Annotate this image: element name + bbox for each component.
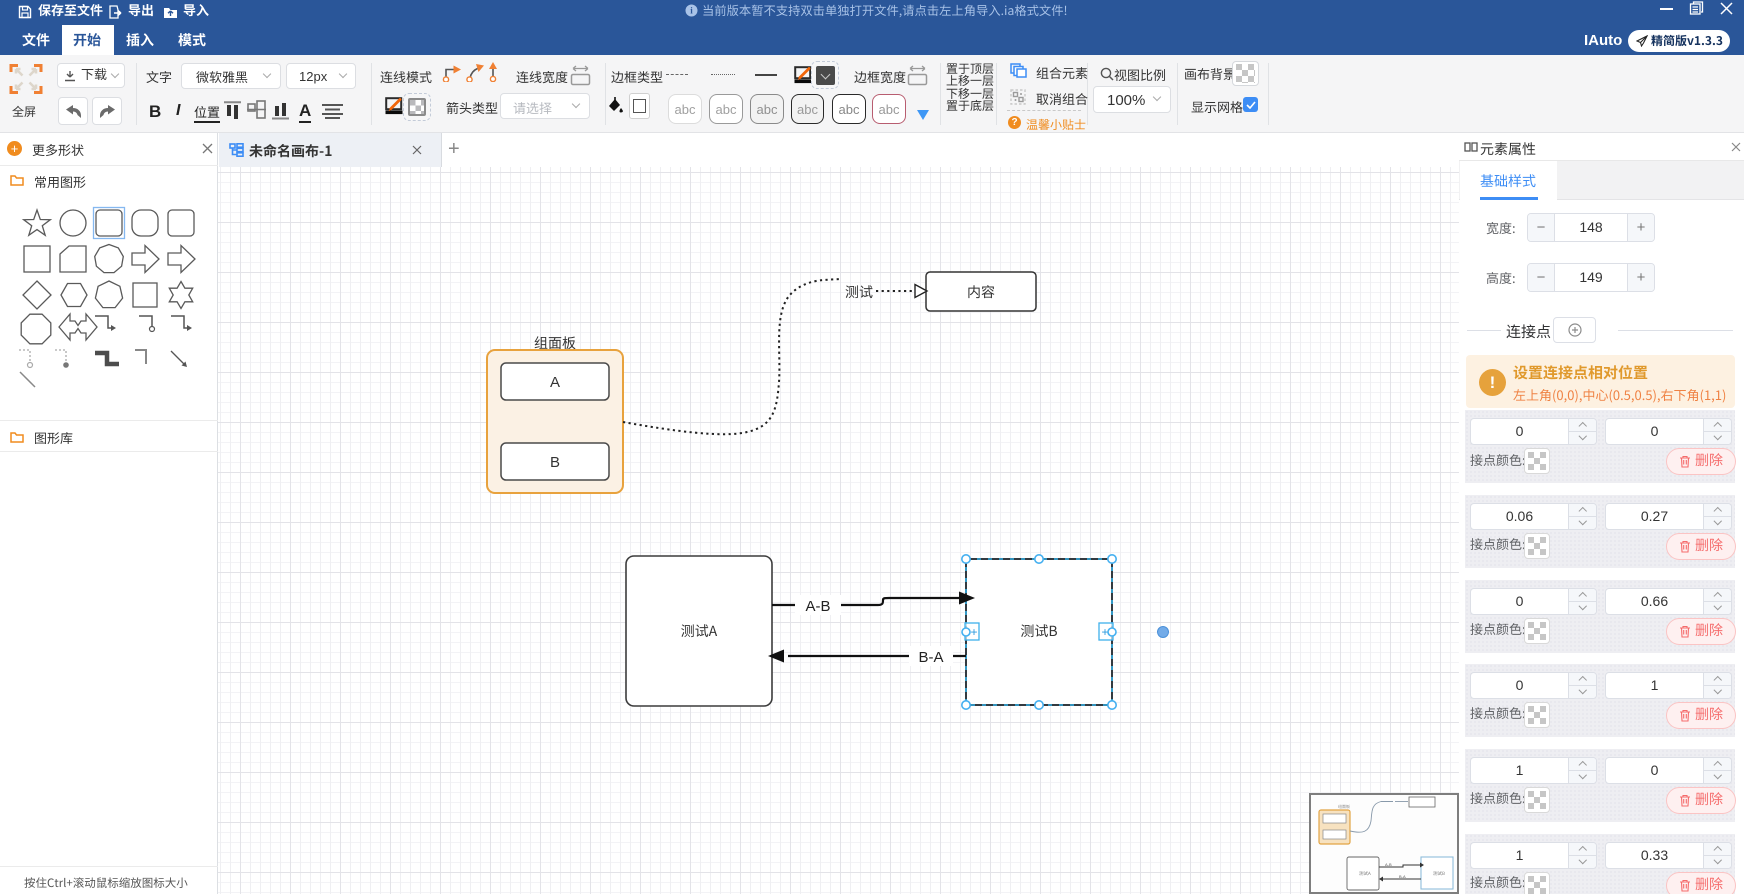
svg-text:B-A: B-A: [1399, 874, 1406, 879]
svg-text:A: A: [550, 374, 560, 391]
svg-text:A-B: A-B: [805, 598, 830, 615]
svg-text:+: +: [970, 625, 977, 639]
svg-text:A-B: A-B: [1385, 862, 1392, 867]
svg-text:B-A: B-A: [918, 649, 943, 666]
svg-text:B: B: [550, 454, 560, 471]
